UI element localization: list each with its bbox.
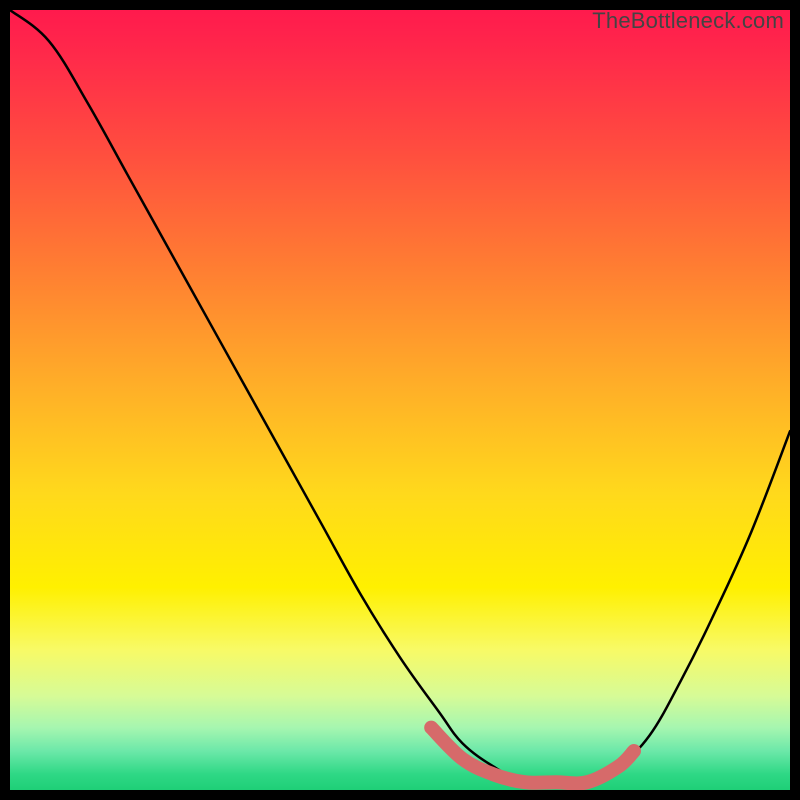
watermark-text: TheBottleneck.com: [592, 8, 784, 34]
bottleneck-curve: [10, 10, 790, 783]
chart-svg: [10, 10, 790, 790]
optimal-band-marker: [431, 728, 634, 784]
